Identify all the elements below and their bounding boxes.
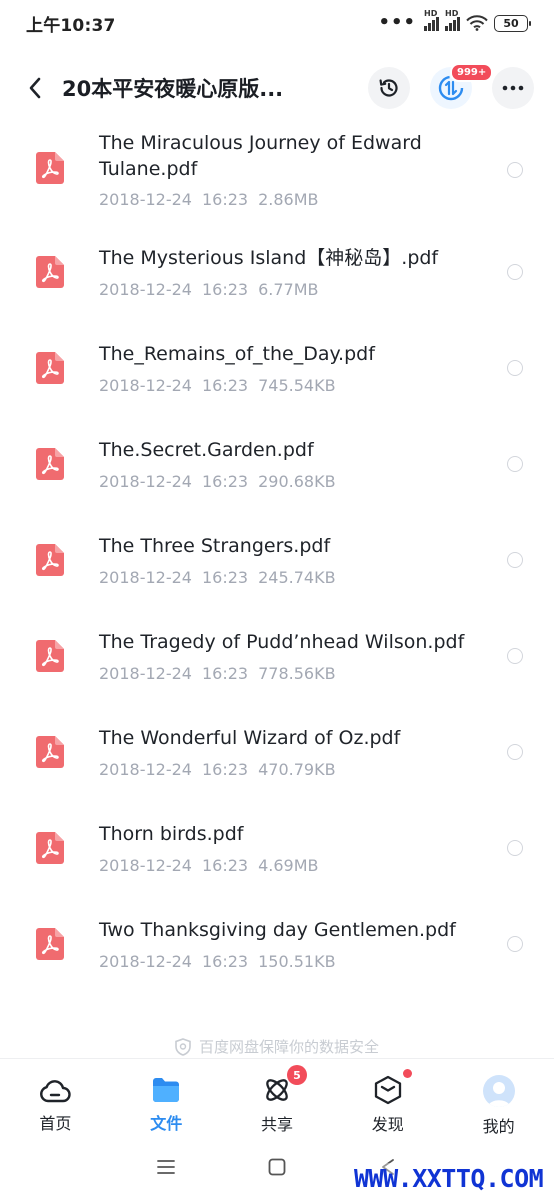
transfer-count-badge: 999+ — [450, 63, 494, 82]
bottom-nav: 首页 文件 5 共享 发现 我的 — [0, 1058, 554, 1136]
pdf-file-icon — [36, 544, 64, 576]
status-bar: 上午10:37 ••• HD HD 50 — [0, 0, 554, 46]
pdf-file-icon — [36, 832, 64, 864]
file-meta: 2018-12-24 16:23 150.51KB — [99, 952, 336, 971]
nav-discover[interactable]: 发现 — [332, 1059, 443, 1134]
file-meta: 2018-12-24 16:23 6.77MB — [99, 280, 319, 299]
page-title: 20本平安夜暖心原版... — [62, 77, 284, 101]
chevron-left-icon — [29, 77, 41, 99]
select-checkbox[interactable] — [507, 264, 523, 280]
select-checkbox[interactable] — [507, 162, 523, 178]
file-meta: 2018-12-24 16:23 245.74KB — [99, 568, 336, 587]
data-safety-notice: 百度网盘保障你的数据安全 — [0, 1036, 554, 1057]
file-name: The.Secret.Garden.pdf — [99, 439, 314, 461]
file-meta: 2018-12-24 16:23 4.69MB — [99, 856, 319, 875]
transfer-list-button[interactable]: 999+ — [430, 63, 494, 109]
file-meta: 2018-12-24 16:23 470.79KB — [99, 760, 336, 779]
file-row[interactable]: Two Thanksgiving day Gentlemen.pdf 2018-… — [0, 912, 554, 1008]
pdf-file-icon — [36, 640, 64, 672]
nav-label: 文件 — [150, 1114, 183, 1133]
file-meta: 2018-12-24 16:23 778.56KB — [99, 664, 336, 683]
file-row[interactable]: The Wonderful Wizard of Oz.pdf 2018-12-2… — [0, 720, 554, 816]
file-row[interactable]: The_Remains_of_the_Day.pdf 2018-12-24 16:… — [0, 336, 554, 432]
pdf-file-icon — [36, 352, 64, 384]
file-name: Two Thanksgiving day Gentlemen.pdf — [99, 919, 456, 941]
safe-notice-text: 百度网盘保障你的数据安全 — [198, 1038, 379, 1056]
menu-lines-icon — [156, 1160, 175, 1174]
file-name: The_Remains_of_the_Day.pdf — [99, 343, 375, 365]
nav-home[interactable]: 首页 — [0, 1059, 111, 1134]
status-time: 上午10:37 — [26, 15, 116, 36]
file-row[interactable]: The Three Strangers.pdf 2018-12-24 16:23 2… — [0, 528, 554, 624]
file-meta: 2018-12-24 16:23 745.54KB — [99, 376, 336, 395]
square-home-icon — [268, 1158, 286, 1176]
select-checkbox[interactable] — [507, 552, 523, 568]
avatar-icon — [482, 1075, 515, 1107]
select-checkbox[interactable] — [507, 840, 523, 856]
more-notifications-icon: ••• — [378, 12, 416, 33]
select-checkbox[interactable] — [507, 744, 523, 760]
header: 20本平安夜暖心原版... 999+ — [0, 60, 554, 116]
nav-label: 首页 — [39, 1114, 72, 1133]
history-icon — [379, 79, 398, 97]
status-icons: ••• HD HD 50 — [378, 9, 531, 33]
watermark: WWW.XXTTQ.COM — [354, 1163, 550, 1195]
file-meta: 2018-12-24 16:23 2.86MB — [99, 190, 319, 209]
nav-share[interactable]: 5 共享 — [222, 1059, 333, 1134]
shield-icon — [175, 1037, 191, 1056]
wifi-icon — [466, 15, 488, 31]
pdf-file-icon — [36, 448, 64, 480]
file-name: The Tragedy of Pudd’nhead Wilson.pdf — [99, 631, 465, 653]
file-name: The Miraculous Journey of Edward Tulane.… — [99, 132, 422, 180]
signal-1-icon: HD — [424, 9, 439, 31]
folder-icon — [153, 1077, 180, 1102]
file-name: Thorn birds.pdf — [99, 823, 244, 845]
file-row[interactable]: The Miraculous Journey of Edward Tulane.… — [0, 124, 554, 220]
pdf-file-icon — [36, 256, 64, 288]
back-button[interactable] — [22, 68, 48, 108]
history-button[interactable] — [368, 67, 410, 109]
select-checkbox[interactable] — [507, 936, 523, 952]
file-row[interactable]: The Mysterious Island【神秘岛】.pdf 2018-12-2… — [0, 240, 554, 336]
cube-discover-icon — [374, 1075, 401, 1105]
pdf-file-icon — [36, 152, 64, 184]
file-name: The Wonderful Wizard of Oz.pdf — [99, 727, 401, 749]
more-options-button[interactable] — [492, 67, 534, 109]
file-name: The Three Strangers.pdf — [99, 535, 331, 557]
file-row[interactable]: The Tragedy of Pudd’nhead Wilson.pdf 201… — [0, 624, 554, 720]
pdf-file-icon — [36, 736, 64, 768]
select-checkbox[interactable] — [507, 360, 523, 376]
more-dots-icon — [502, 85, 524, 91]
nav-label: 共享 — [260, 1115, 293, 1134]
cloud-home-icon — [40, 1079, 72, 1102]
battery-icon: 50 — [494, 14, 531, 32]
nav-me[interactable]: 我的 — [443, 1059, 554, 1136]
select-checkbox[interactable] — [507, 648, 523, 664]
share-count-badge: 5 — [286, 1065, 307, 1085]
pdf-file-icon — [36, 928, 64, 960]
recent-apps-button[interactable] — [151, 1152, 181, 1182]
nav-label: 发现 — [371, 1115, 404, 1134]
signal-2-icon: HD — [445, 9, 460, 31]
discover-dot-badge — [402, 1069, 412, 1078]
select-checkbox[interactable] — [507, 456, 523, 472]
file-meta: 2018-12-24 16:23 290.68KB — [99, 472, 336, 491]
file-name: The Mysterious Island【神秘岛】.pdf — [99, 247, 439, 269]
file-row[interactable]: The.Secret.Garden.pdf 2018-12-24 16:23 290… — [0, 432, 554, 528]
nav-files[interactable]: 文件 — [111, 1059, 222, 1134]
home-button[interactable] — [262, 1152, 292, 1182]
file-row[interactable]: Thorn birds.pdf 2018-12-24 16:23 4.69MB — [0, 816, 554, 912]
